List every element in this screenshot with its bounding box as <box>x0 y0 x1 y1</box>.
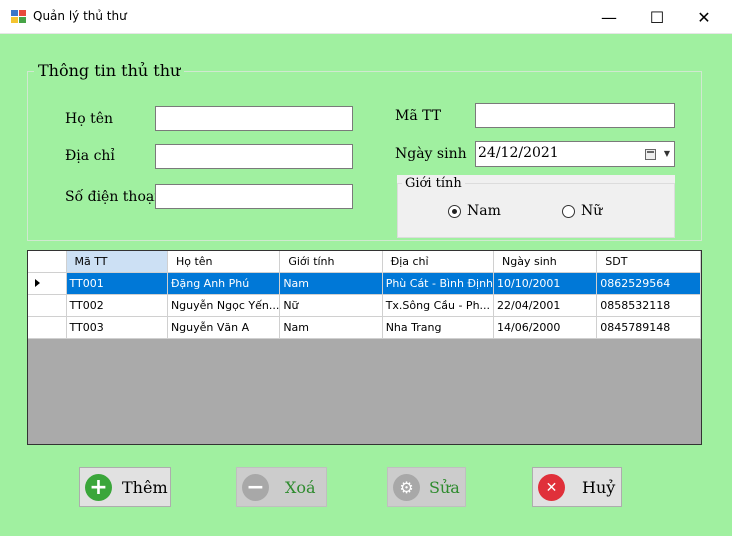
table-cell[interactable]: TT001 <box>66 272 168 295</box>
table-cell[interactable]: TT003 <box>66 316 168 339</box>
minimize-button[interactable]: — <box>586 0 632 34</box>
minimize-icon: — <box>601 7 617 27</box>
column-header-dia-chi[interactable]: Địa chỉ <box>382 251 495 273</box>
app-icon <box>11 10 27 24</box>
column-header-ma-tt[interactable]: Mã TT <box>66 251 168 273</box>
table-row[interactable]: TT003 Nguyễn Văn A Nam Nha Trang 14/06/2… <box>28 316 701 339</box>
close-icon: ✕ <box>538 474 565 501</box>
radio-nu-label[interactable]: Nữ <box>581 203 602 219</box>
table-cell[interactable]: Tx.Sông Cầu - Ph... <box>382 294 495 317</box>
radio-nu[interactable] <box>562 205 575 218</box>
close-icon: ✕ <box>697 7 711 27</box>
add-button-label: Thêm <box>122 477 168 497</box>
row-header[interactable] <box>28 272 67 295</box>
ma-tt-label: Mã TT <box>395 108 442 124</box>
group-title: Thông tin thủ thư <box>34 61 185 80</box>
delete-button[interactable]: − Xoá <box>236 467 327 507</box>
table-cell[interactable]: 0858532118 <box>596 294 701 317</box>
table-row[interactable]: TT001 Đặng Anh Phú Nam Phù Cát - Bình Đị… <box>28 272 701 295</box>
column-header-ngay-sinh[interactable]: Ngày sinh <box>493 251 598 273</box>
title-bar: Quản lý thủ thư — ☐ ✕ <box>0 0 732 34</box>
chevron-down-icon[interactable]: ▼ <box>664 149 670 158</box>
dia-chi-label: Địa chỉ <box>65 148 115 164</box>
table-cell[interactable]: Nam <box>279 272 383 295</box>
maximize-button[interactable]: ☐ <box>634 0 680 34</box>
sdt-label: Số điện thoại <box>65 189 159 205</box>
ngay-sinh-label: Ngày sinh <box>395 146 467 162</box>
ngay-sinh-datepicker[interactable]: 24/12/2021 ▼ <box>475 141 675 167</box>
plus-icon: + <box>85 474 112 501</box>
ho-ten-label: Họ tên <box>65 111 114 127</box>
sdt-field[interactable] <box>155 184 353 209</box>
table-cell[interactable]: TT002 <box>66 294 168 317</box>
add-button[interactable]: + Thêm <box>79 467 171 507</box>
table-cell[interactable]: Nguyễn Ngọc Yến... <box>167 294 281 317</box>
table-cell[interactable]: 22/04/2001 <box>493 294 598 317</box>
column-header-sdt[interactable]: SDT <box>596 251 701 273</box>
cancel-button[interactable]: ✕ Huỷ <box>532 467 622 507</box>
row-header-corner <box>28 251 67 273</box>
gender-title: Giới tính <box>402 176 465 191</box>
cancel-button-label: Huỷ <box>582 477 616 497</box>
close-window-button[interactable]: ✕ <box>681 0 727 34</box>
gear-icon: ⚙ <box>393 474 420 501</box>
ngay-sinh-value: 24/12/2021 <box>478 145 559 161</box>
table-cell[interactable]: 0845789148 <box>596 316 701 339</box>
gender-group: Giới tính Nam Nữ <box>397 175 675 238</box>
window-title: Quản lý thủ thư <box>33 9 127 23</box>
column-header-ho-ten[interactable]: Họ tên <box>167 251 281 273</box>
table-cell[interactable]: 0862529564 <box>596 272 701 295</box>
edit-button-label: Sửa <box>429 477 460 497</box>
table-cell[interactable]: Phù Cát - Bình Định <box>382 272 495 295</box>
table-cell[interactable]: Nguyễn Văn A <box>167 316 281 339</box>
dia-chi-field[interactable] <box>155 144 353 169</box>
table-cell[interactable]: 14/06/2000 <box>493 316 598 339</box>
maximize-icon: ☐ <box>649 7 665 27</box>
column-header-gioi-tinh[interactable]: Giới tính <box>279 251 383 273</box>
row-header[interactable] <box>28 294 67 317</box>
table-cell[interactable]: Nữ <box>279 294 383 317</box>
current-row-icon <box>35 278 40 287</box>
librarian-grid[interactable]: Mã TT Họ tên Giới tính Địa chỉ Ngày sinh… <box>27 250 702 445</box>
edit-button[interactable]: ⚙ Sửa <box>387 467 466 507</box>
table-cell[interactable]: Đặng Anh Phú <box>167 272 281 295</box>
grid-header-row: Mã TT Họ tên Giới tính Địa chỉ Ngày sinh… <box>28 251 701 273</box>
ma-tt-field[interactable] <box>475 103 675 128</box>
calendar-icon[interactable] <box>645 149 656 160</box>
row-header[interactable] <box>28 316 67 339</box>
table-cell[interactable]: Nha Trang <box>382 316 495 339</box>
table-cell[interactable]: Nam <box>279 316 383 339</box>
table-row[interactable]: TT002 Nguyễn Ngọc Yến... Nữ Tx.Sông Cầu … <box>28 294 701 317</box>
delete-button-label: Xoá <box>285 477 316 497</box>
radio-nam[interactable] <box>448 205 461 218</box>
radio-nam-label[interactable]: Nam <box>467 203 501 219</box>
minus-icon: − <box>242 474 269 501</box>
table-cell[interactable]: 10/10/2001 <box>493 272 598 295</box>
ho-ten-field[interactable] <box>155 106 353 131</box>
